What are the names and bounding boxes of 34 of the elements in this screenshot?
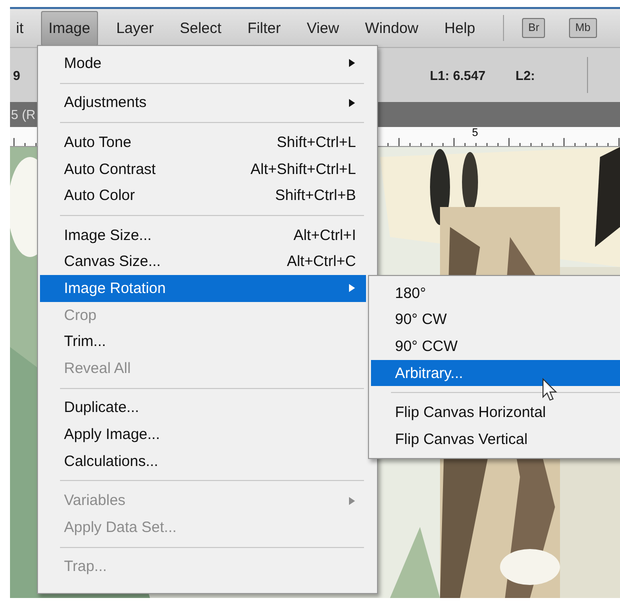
menu-item[interactable]: Apply Image... xyxy=(40,421,366,448)
menu-bar-item[interactable]: Select xyxy=(172,10,230,46)
toolbar-button[interactable]: Br xyxy=(522,18,546,38)
menu-bar-item[interactable]: it xyxy=(10,10,30,46)
toolbar-button[interactable]: Mb xyxy=(569,18,597,38)
ruler-label: 5 xyxy=(472,127,478,139)
menu-bar-item[interactable]: Layer xyxy=(108,10,162,46)
menu-item[interactable]: Mode xyxy=(40,50,366,77)
menu-item[interactable]: 90° CW xyxy=(371,306,620,334)
menu-item[interactable]: Calculations... xyxy=(40,448,366,474)
cursor-icon xyxy=(542,378,558,402)
menu-item[interactable]: 180° xyxy=(371,280,620,307)
document-tab[interactable]: 5 (R xyxy=(11,107,36,122)
menu-item[interactable]: Flip Canvas Horizontal xyxy=(371,399,620,426)
menu-item[interactable]: Duplicate... xyxy=(40,394,366,422)
menu-item[interactable]: Image Rotation xyxy=(40,275,366,302)
menu-item[interactable]: Canvas Size... Alt+Ctrl+C xyxy=(40,248,366,276)
measure-label: L2: xyxy=(516,68,535,82)
menu-bar-item[interactable]: Window xyxy=(357,10,426,46)
menu-item[interactable]: Trim... xyxy=(40,328,366,355)
menu-bar-item[interactable]: Help xyxy=(436,10,484,46)
menu-bar-item[interactable]: View xyxy=(298,10,348,46)
menu-item[interactable]: Adjustments xyxy=(40,90,366,116)
menu-bar-item[interactable]: Filter xyxy=(239,10,289,46)
menu-item[interactable]: Auto Color Shift+Ctrl+B xyxy=(40,182,366,209)
menu-item[interactable]: Auto Contrast Alt+Shift+Ctrl+L xyxy=(40,156,366,182)
menu-bar-item[interactable]: Image xyxy=(40,10,98,46)
menu-item[interactable]: Flip Canvas Vertical xyxy=(371,426,620,453)
option-value: 9 xyxy=(13,68,20,82)
menu-item[interactable]: Image Size... Alt+Ctrl+I xyxy=(40,222,366,249)
measure-label: L1: 6.547 xyxy=(430,68,486,82)
menu-item[interactable]: Auto Tone Shift+Ctrl+L xyxy=(40,129,366,156)
menu-item[interactable]: 90° CCW xyxy=(371,333,620,360)
menu-item[interactable]: Arbitrary... xyxy=(371,360,620,386)
